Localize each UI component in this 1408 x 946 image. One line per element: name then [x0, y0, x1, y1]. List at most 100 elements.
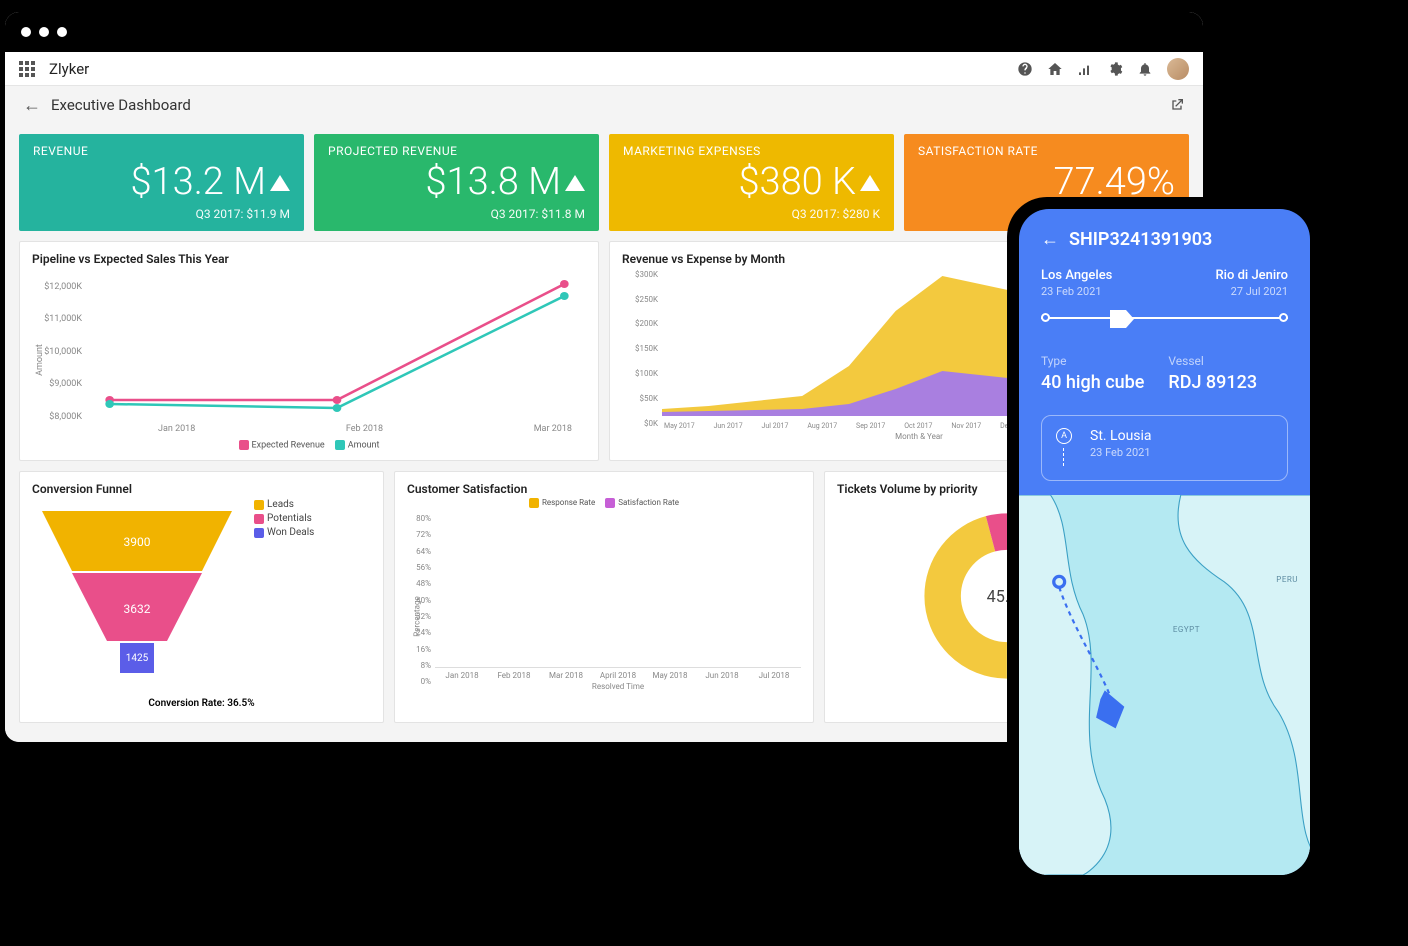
chart-legend: Leads Potentials Won Deals: [254, 496, 314, 696]
origin-city: Los Angeles: [1041, 268, 1112, 283]
stop-name: St. Lousia: [1090, 428, 1152, 444]
funnel-value-potentials: 3632: [124, 602, 151, 616]
kpi-sub: Q3 2017: $11.9 M: [33, 207, 290, 221]
funnel-chart: 3900 3632 1425: [32, 496, 242, 696]
ytick: 64%: [407, 547, 431, 556]
progress-end-dot: [1279, 313, 1288, 322]
kpi-value: $13.8 M: [425, 162, 561, 204]
trend-up-icon: [565, 175, 585, 191]
xtick: May 2017: [664, 422, 695, 430]
xtick: Feb 2018: [495, 671, 533, 680]
window-max-dot[interactable]: [57, 27, 67, 37]
chart-title: Conversion Funnel: [32, 482, 371, 496]
ship-marker-icon: [1110, 310, 1134, 328]
page-subheader: ← Executive Dashboard: [5, 86, 1203, 124]
window-min-dot[interactable]: [39, 27, 49, 37]
ytick: 0%: [407, 677, 431, 686]
back-arrow-icon[interactable]: ←: [1041, 229, 1059, 250]
avatar[interactable]: [1167, 58, 1189, 80]
kpi-label: PROJECTED REVENUE: [328, 144, 585, 158]
bell-icon[interactable]: [1137, 61, 1153, 77]
ytick: $0K: [622, 419, 658, 428]
app-header: Zlyker: [5, 52, 1203, 86]
funnel-value-wondeals: 1425: [126, 653, 149, 664]
stop-date: 23 Feb 2021: [1090, 446, 1152, 459]
kpi-projected-revenue[interactable]: PROJECTED REVENUE $13.8 M Q3 2017: $11.8…: [314, 134, 599, 231]
shipment-header: ← SHIP3241391903: [1041, 229, 1288, 250]
y-axis: $300K $250K $200K $150K $100K $50K $0K: [622, 266, 662, 444]
map-label-egypt: EGYPT: [1173, 625, 1200, 634]
panel-funnel: Conversion Funnel 3900 3632 1425 Leads P…: [19, 471, 384, 723]
app-name: Zlyker: [49, 60, 89, 78]
back-arrow-icon[interactable]: ←: [23, 95, 41, 116]
open-external-icon[interactable]: [1169, 97, 1185, 113]
help-icon[interactable]: [1017, 61, 1033, 77]
xtick: Jun 2018: [703, 671, 741, 680]
route-progress[interactable]: [1041, 308, 1288, 328]
kpi-marketing-expenses[interactable]: MARKETING EXPENSES $380 K Q3 2017: $280 …: [609, 134, 894, 231]
chart-legend: Response Rate Satisfaction Rate: [407, 498, 801, 508]
xtick: Mar 2018: [547, 671, 585, 680]
kpi-sub: Q3 2017: $280 K: [623, 207, 880, 221]
xtick: Mar 2018: [534, 424, 572, 434]
apps-grid-icon[interactable]: [19, 61, 35, 77]
ytick: 8%: [407, 661, 431, 670]
ytick: $300K: [622, 270, 658, 279]
xtick: Sep 2017: [856, 422, 885, 430]
ytick: 16%: [407, 645, 431, 654]
phone-frame: ← SHIP3241391903 Los Angeles 23 Feb 2021…: [1007, 197, 1322, 887]
trend-up-icon: [860, 175, 880, 191]
legend-label: Response Rate: [542, 498, 595, 507]
ytick: 80%: [407, 514, 431, 523]
xtick: May 2018: [651, 671, 689, 680]
xtick: Aug 2017: [807, 422, 837, 430]
type-value: 40 high cube: [1041, 372, 1144, 393]
legend-label: Satisfaction Rate: [618, 498, 679, 507]
window-close-dot[interactable]: [21, 27, 31, 37]
chart-title: Customer Satisfaction: [407, 482, 801, 496]
stop-card[interactable]: A St. Lousia 23 Feb 2021: [1041, 415, 1288, 481]
xtick: Jan 2018: [158, 424, 195, 434]
dest-date: 27 Jul 2021: [1215, 285, 1288, 298]
xtick: Oct 2017: [904, 422, 932, 430]
trend-up-icon: [270, 175, 290, 191]
pipeline-line-chart: [88, 278, 586, 418]
panel-csat: Customer Satisfaction Response Rate Sati…: [394, 471, 814, 723]
legend-label: Leads: [267, 499, 294, 510]
gear-icon[interactable]: [1107, 61, 1123, 77]
home-icon[interactable]: [1047, 61, 1063, 77]
kpi-value: $380 K: [738, 162, 856, 204]
ytick: $150K: [622, 344, 658, 353]
xtick: Jul 2017: [762, 422, 789, 430]
xtick: Nov 2017: [951, 422, 981, 430]
y-axis-label: Amount: [35, 344, 45, 376]
shipment-id: SHIP3241391903: [1069, 229, 1212, 250]
y-axis-label: Percentage: [413, 596, 422, 636]
legend-label: Won Deals: [267, 527, 314, 538]
ytick: 72%: [407, 530, 431, 539]
vessel-label: Vessel: [1168, 354, 1257, 368]
dest-city: Rio di Jeniro: [1215, 268, 1288, 283]
analytics-icon[interactable]: [1077, 61, 1093, 77]
ytick: $200K: [622, 319, 658, 328]
vessel-value: RDJ 89123: [1168, 372, 1257, 393]
kpi-value: $13.2 M: [130, 162, 266, 204]
ytick: $9,000K: [32, 379, 82, 389]
ytick: $12,000K: [32, 282, 82, 292]
kpi-label: MARKETING EXPENSES: [623, 144, 880, 158]
map-view[interactable]: PERU EGYPT: [1019, 495, 1310, 875]
type-label: Type: [1041, 354, 1144, 368]
map-label-peru: PERU: [1276, 575, 1298, 584]
xtick: Jun 2017: [714, 422, 743, 430]
kpi-label: REVENUE: [33, 144, 290, 158]
kpi-revenue[interactable]: REVENUE $13.2 M Q3 2017: $11.9 M: [19, 134, 304, 231]
legend-label: Potentials: [267, 513, 312, 524]
ytick: $100K: [622, 369, 658, 378]
ytick: $8,000K: [32, 412, 82, 422]
chart-title: Pipeline vs Expected Sales This Year: [32, 252, 586, 266]
xtick: Jul 2018: [755, 671, 793, 680]
browser-titlebar: [5, 12, 1203, 52]
x-axis-label: Resolved Time: [435, 682, 801, 691]
panel-pipeline: Pipeline vs Expected Sales This Year Amo…: [19, 241, 599, 461]
origin-date: 23 Feb 2021: [1041, 285, 1112, 298]
